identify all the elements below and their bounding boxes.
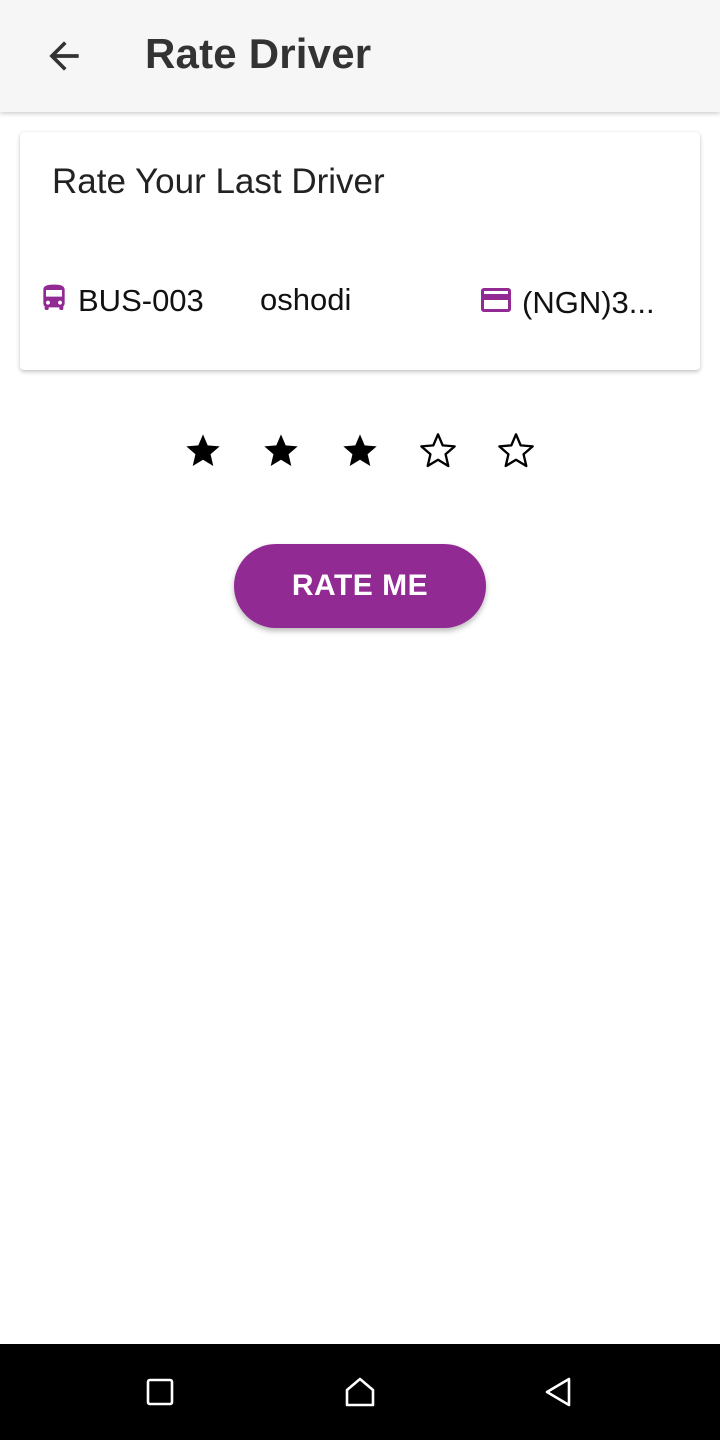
recents-button[interactable] xyxy=(130,1362,190,1422)
arrow-left-icon xyxy=(49,41,79,71)
star-filled-icon xyxy=(264,434,298,466)
system-nav-bar xyxy=(0,1344,720,1440)
last-trip-card: Rate Your Last Driver BUS-003 oshodi (NG… xyxy=(20,132,700,370)
star-filled-icon xyxy=(343,434,377,466)
rating-star-5[interactable] xyxy=(493,428,539,474)
bus-icon xyxy=(38,282,70,319)
rate-me-button[interactable]: RATE ME xyxy=(234,544,486,628)
back-button[interactable] xyxy=(24,16,104,96)
fare-label: (NGN)3... xyxy=(522,284,655,320)
page-title: Rate Driver xyxy=(145,30,372,77)
home-icon xyxy=(345,1377,375,1407)
app-bar: Rate Driver xyxy=(0,0,720,112)
rating-star-4[interactable] xyxy=(415,428,461,474)
screen: Rate Driver Rate Your Last Driver BUS-00… xyxy=(0,0,720,1440)
star-outline-icon xyxy=(420,433,456,468)
star-filled-icon xyxy=(186,434,220,466)
credit-card-icon xyxy=(478,282,514,323)
bus-detail: BUS-003 xyxy=(38,282,204,319)
rating-star-2[interactable] xyxy=(258,428,304,474)
star-rating xyxy=(0,428,720,474)
fare-detail: (NGN)3... xyxy=(478,282,655,323)
route-detail: oshodi xyxy=(260,282,351,318)
triangle-back-icon xyxy=(545,1377,571,1407)
square-icon xyxy=(146,1378,174,1406)
home-button[interactable] xyxy=(330,1362,390,1422)
route-label: oshodi xyxy=(260,282,352,317)
rating-star-1[interactable] xyxy=(180,428,226,474)
card-title: Rate Your Last Driver xyxy=(52,162,385,201)
rating-star-3[interactable] xyxy=(337,428,383,474)
bus-label: BUS-003 xyxy=(78,282,204,318)
star-outline-icon xyxy=(498,433,534,468)
system-back-button[interactable] xyxy=(528,1362,588,1422)
